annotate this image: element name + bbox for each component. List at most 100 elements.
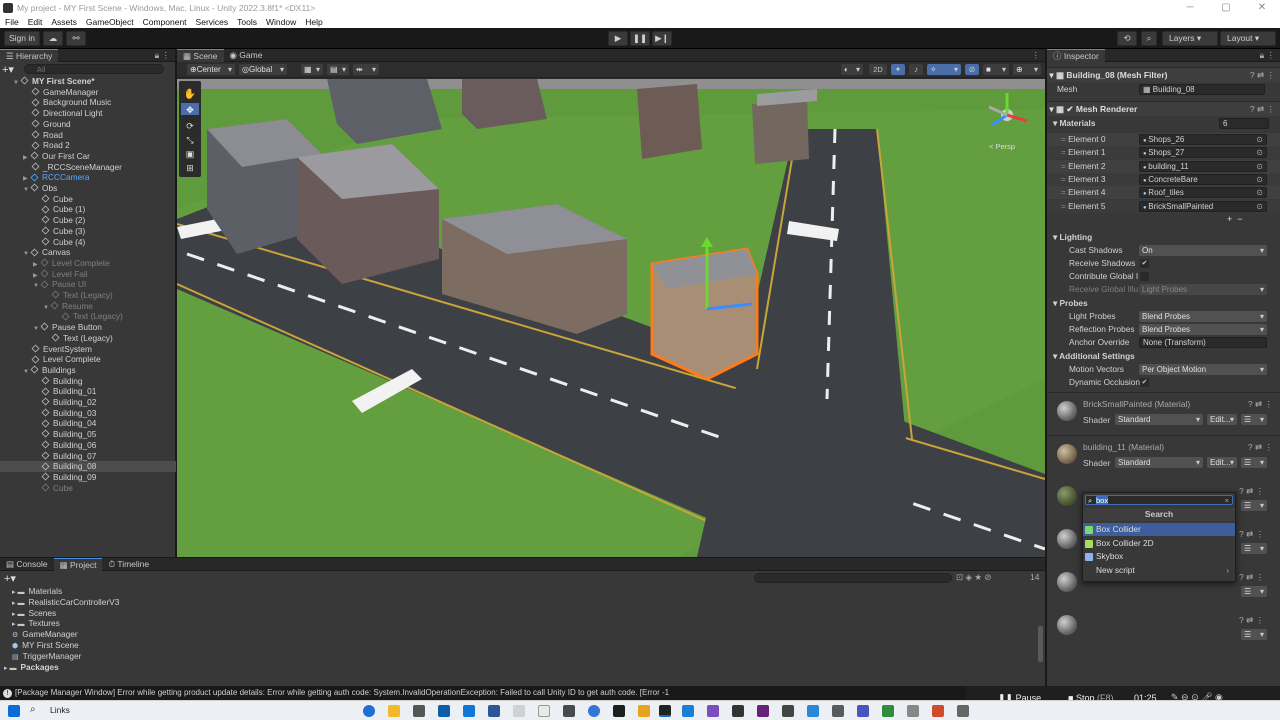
material-menu-icon[interactable]: ? ⇄ ⋮ bbox=[1239, 572, 1264, 583]
menu-tools[interactable]: Tools bbox=[237, 17, 257, 27]
gizmos-dropdown[interactable]: ⊕ bbox=[1013, 64, 1041, 75]
project-item[interactable]: ▸ ▬ RealisticCarControllerV3 bbox=[0, 597, 176, 608]
layout-dropdown[interactable]: Layout ▾ bbox=[1220, 31, 1276, 46]
hierarchy-item[interactable]: Building bbox=[0, 376, 176, 387]
probes-header[interactable]: ▾ Probes bbox=[1047, 297, 1280, 310]
tab-scene[interactable]: ▦ Scene bbox=[177, 48, 224, 62]
material-element-field[interactable]: ● Shops_27 ⊙ bbox=[1139, 147, 1267, 159]
2d-toggle[interactable]: 2D bbox=[869, 64, 887, 75]
play-button[interactable]: ▶ bbox=[608, 31, 628, 46]
edge-icon[interactable] bbox=[363, 705, 375, 717]
app-icon[interactable] bbox=[857, 705, 869, 717]
history-icon[interactable]: ⟲ bbox=[1117, 31, 1137, 46]
hierarchy-item[interactable]: Text (Legacy) bbox=[0, 333, 176, 344]
menu-services[interactable]: Services bbox=[196, 17, 229, 27]
persp-label[interactable]: < Persp bbox=[989, 142, 1015, 151]
app-icon[interactable] bbox=[832, 705, 844, 717]
object-picker-icon[interactable]: ⊙ bbox=[1256, 148, 1263, 158]
hierarchy-item[interactable]: EventSystem bbox=[0, 344, 176, 355]
component-search-input[interactable]: ⌕ box × bbox=[1085, 495, 1233, 505]
material-element-field[interactable]: ● Roof_tiles ⊙ bbox=[1139, 187, 1267, 199]
hierarchy-item[interactable]: Building_09 bbox=[0, 472, 176, 483]
hierarchy-item[interactable]: ▶ Level Fail bbox=[0, 269, 176, 280]
hierarchy-item[interactable]: Building_05 bbox=[0, 429, 176, 440]
visual-studio-icon[interactable] bbox=[707, 705, 719, 717]
snap-dropdown[interactable]: ▤ bbox=[327, 64, 349, 75]
cast-shadows-dropdown[interactable]: On bbox=[1139, 245, 1267, 256]
hierarchy-item[interactable]: Building_03 bbox=[0, 408, 176, 419]
material-options-dropdown[interactable]: ☰ bbox=[1241, 457, 1267, 468]
contribute-gi-checkbox[interactable] bbox=[1140, 272, 1149, 281]
material-options-dropdown[interactable]: ☰ bbox=[1241, 586, 1267, 597]
hierarchy-item[interactable]: ▶ RCCCamera bbox=[0, 172, 176, 183]
search-icon[interactable]: ⌕ bbox=[1141, 31, 1157, 46]
tab-project[interactable]: ▦ Project bbox=[53, 557, 103, 571]
hierarchy-item[interactable]: Ground bbox=[0, 119, 176, 130]
app-icon[interactable] bbox=[638, 705, 650, 717]
lighting-toggle-icon[interactable]: ✦ bbox=[891, 64, 905, 75]
hierarchy-item[interactable]: ▶ Our First Car bbox=[0, 151, 176, 162]
motion-vectors-dropdown[interactable]: Per Object Motion bbox=[1139, 364, 1267, 375]
taskbar-search-icon[interactable]: ⌕ bbox=[30, 704, 36, 715]
scene-menu-icon[interactable]: ⋮ bbox=[1032, 50, 1041, 61]
clear-search-icon[interactable]: × bbox=[1225, 496, 1229, 505]
store-icon[interactable] bbox=[438, 705, 450, 717]
hierarchy-item[interactable]: _RCCSceneManager bbox=[0, 162, 176, 173]
hierarchy-item[interactable]: Cube (4) bbox=[0, 237, 176, 248]
hierarchy-item[interactable]: Cube bbox=[0, 483, 176, 494]
object-picker-icon[interactable]: ⊙ bbox=[1256, 188, 1263, 198]
vscode-icon[interactable] bbox=[682, 705, 694, 717]
hierarchy-item[interactable]: Background Music bbox=[0, 97, 176, 108]
hierarchy-item[interactable]: ▼ MY First Scene* bbox=[0, 76, 176, 87]
hierarchy-item[interactable]: Text (Legacy) bbox=[0, 290, 176, 301]
app-icon[interactable] bbox=[907, 705, 919, 717]
app-icon[interactable] bbox=[882, 705, 894, 717]
increment-dropdown[interactable]: ⇹ bbox=[353, 64, 379, 75]
hierarchy-item[interactable]: ▼ Resume bbox=[0, 301, 176, 312]
mail-icon[interactable] bbox=[463, 705, 475, 717]
object-picker-icon[interactable]: ⊙ bbox=[1256, 175, 1263, 185]
hierarchy-item[interactable]: ▶ Level Complete bbox=[0, 258, 176, 269]
hierarchy-item[interactable]: GameManager bbox=[0, 87, 176, 98]
minimize-icon[interactable]: ─ bbox=[1172, 0, 1208, 15]
app-icon[interactable] bbox=[957, 705, 969, 717]
hierarchy-item[interactable]: Directional Light bbox=[0, 108, 176, 119]
material-element-field[interactable]: ● ConcreteBare ⊙ bbox=[1139, 173, 1267, 185]
tab-timeline[interactable]: ⏱ Timeline bbox=[102, 558, 155, 571]
material-options-dropdown[interactable]: ☰ bbox=[1241, 543, 1267, 554]
reflection-probes-dropdown[interactable]: Blend Probes bbox=[1139, 324, 1267, 335]
app-icon[interactable] bbox=[732, 705, 744, 717]
material-element-field[interactable]: ● Shops_26 ⊙ bbox=[1139, 134, 1267, 145]
app-icon[interactable] bbox=[563, 705, 575, 717]
add-remove-element[interactable]: + − bbox=[1227, 214, 1243, 224]
shader-dropdown[interactable]: Standard bbox=[1115, 414, 1203, 425]
menu-edit[interactable]: Edit bbox=[28, 17, 43, 27]
hierarchy-item[interactable]: Road bbox=[0, 130, 176, 141]
material-options-dropdown[interactable]: ☰ bbox=[1241, 629, 1267, 640]
visibility-toggle-icon[interactable]: ⊘ bbox=[965, 64, 979, 75]
edit-shader-button[interactable]: Edit... bbox=[1207, 414, 1237, 425]
component-result-item[interactable]: Box Collider 2D bbox=[1083, 537, 1235, 550]
explorer-icon[interactable] bbox=[388, 705, 400, 717]
add-icon[interactable]: +▾ bbox=[2, 63, 18, 76]
grid-dropdown[interactable]: ▦ bbox=[301, 64, 323, 75]
audio-toggle-icon[interactable]: ♪ bbox=[909, 64, 923, 75]
pause-button[interactable]: ❚❚ bbox=[630, 31, 650, 46]
app-icon[interactable] bbox=[807, 705, 819, 717]
project-item[interactable]: ▸ ▬ Packages bbox=[0, 662, 176, 673]
camera-dropdown[interactable]: ■ bbox=[983, 64, 1009, 75]
hierarchy-item[interactable]: ▼ Buildings bbox=[0, 365, 176, 376]
dynamic-occlusion-checkbox[interactable]: ✔ bbox=[1140, 378, 1149, 387]
app-icon[interactable] bbox=[613, 705, 625, 717]
material-menu-icon[interactable]: ? ⇄ ⋮ bbox=[1239, 529, 1264, 540]
app-icon[interactable] bbox=[932, 705, 944, 717]
tab-inspector[interactable]: ⓘ Inspector bbox=[1047, 48, 1105, 62]
hierarchy-item[interactable]: Cube (2) bbox=[0, 215, 176, 226]
material-menu-icon[interactable]: ? ⇄ ⋮ bbox=[1248, 442, 1273, 453]
object-picker-icon[interactable]: ⊙ bbox=[1256, 202, 1263, 212]
hierarchy-item[interactable]: Building_07 bbox=[0, 451, 176, 462]
material-options-dropdown[interactable]: ☰ bbox=[1241, 500, 1267, 511]
tab-game[interactable]: ◉ Game bbox=[224, 49, 269, 62]
filter-icons[interactable]: ⊡ ◈ ★ ⊘ bbox=[956, 572, 992, 583]
project-item[interactable]: ▸ ▬ Materials bbox=[0, 586, 176, 597]
